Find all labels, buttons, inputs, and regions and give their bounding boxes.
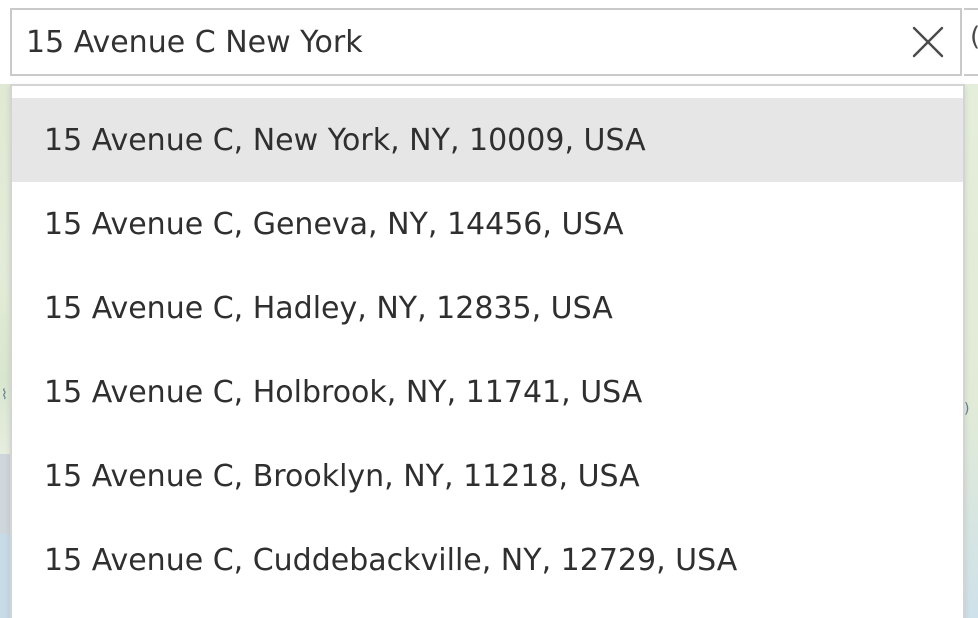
search-box <box>10 8 962 76</box>
suggestion-item[interactable]: 15 Avenue C, New York, NY, 10009, USA <box>12 98 963 182</box>
suggestions-menu: 15 Avenue C, New York, NY, 10009, USA 15… <box>10 84 965 618</box>
map-label-fragment: ⌇ <box>1 387 8 403</box>
adjacent-control[interactable]: ( <box>964 8 978 76</box>
suggestion-item[interactable]: 15 Avenue C, Hadley, NY, 12835, USA <box>12 266 963 350</box>
map-background-right[interactable] <box>964 84 978 618</box>
suggestion-item[interactable]: 15 Avenue C, Cuddebackville, NY, 12729, … <box>12 518 963 602</box>
adjacent-control-glyph: ( <box>970 24 978 50</box>
app-stage: ⌇ ) ( 15 Avenue C, New York, NY, 10009, … <box>0 0 978 618</box>
clear-search-button[interactable] <box>904 18 952 66</box>
search-input[interactable] <box>12 10 892 74</box>
close-icon <box>912 26 944 58</box>
suggestion-item[interactable]: 15 Avenue C, Brooklyn, NY, 11218, USA <box>12 434 963 518</box>
suggestion-item[interactable]: 15 Avenue C, Geneva, NY, 14456, USA <box>12 182 963 266</box>
suggestion-item[interactable]: 15 Avenue C, Holbrook, NY, 11741, USA <box>12 350 963 434</box>
